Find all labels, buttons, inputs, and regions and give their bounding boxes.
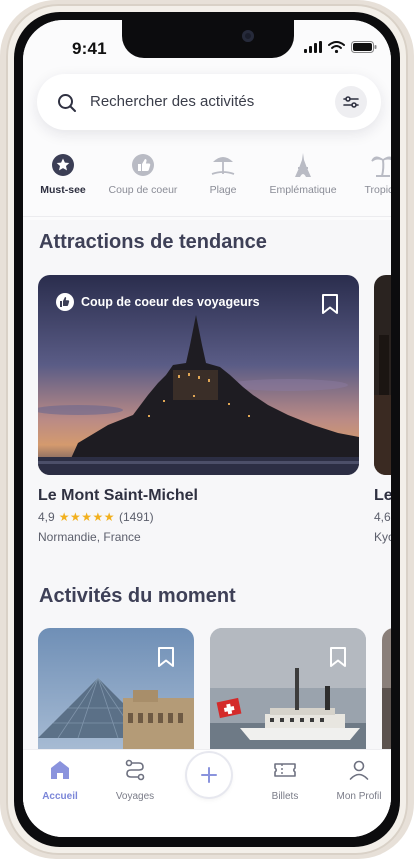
bookmark-icon[interactable] <box>329 646 347 668</box>
palm-tree-icon <box>371 156 391 177</box>
activity-card[interactable] <box>210 628 366 753</box>
category-label: Tropical <box>364 184 391 196</box>
plus-icon <box>201 767 217 783</box>
category-label: Emplématique <box>269 184 337 196</box>
category-tropical[interactable]: Tropical <box>338 152 391 196</box>
tab-label: Billets <box>271 791 299 802</box>
category-emplematique[interactable]: Emplématique <box>258 152 348 196</box>
travelers-choice-badge: Coup de coeur des voyageurs <box>56 293 260 311</box>
tab-label: Voyages <box>115 791 155 802</box>
tab-voyages[interactable]: Voyages <box>100 758 170 802</box>
review-count: (1491) <box>118 510 154 524</box>
notch <box>122 20 294 58</box>
kyoto-photo <box>374 275 391 475</box>
search-input[interactable]: Rechercher des activités <box>90 93 254 110</box>
category-plage[interactable]: Plage <box>178 152 268 196</box>
signal-icon <box>304 41 322 53</box>
place-title[interactable]: Le <box>374 487 391 505</box>
status-time: 9:41 <box>72 39 107 58</box>
star-badge-icon <box>52 154 74 176</box>
category-label: Must-see <box>40 184 86 196</box>
beach-umbrella-icon <box>211 157 235 175</box>
route-icon <box>125 759 145 781</box>
tab-accueil[interactable]: Accueil <box>25 758 95 802</box>
tab-mon-profil[interactable]: Mon Profil <box>324 758 391 802</box>
activity-card[interactable] <box>38 628 194 753</box>
search-icon <box>58 94 76 112</box>
divider <box>23 216 391 217</box>
sliders-icon <box>343 96 359 108</box>
category-must-see[interactable]: Must-see <box>23 152 108 196</box>
place-rating: 4,6 <box>374 510 391 524</box>
bookmark-icon[interactable] <box>321 293 339 315</box>
thumbs-up-icon <box>132 154 154 176</box>
phone-frame: 9:41 Rechercher des activités Must-see C… <box>0 0 414 859</box>
add-button[interactable] <box>187 753 231 797</box>
rating-value: 4,6 <box>374 510 391 524</box>
battery-icon <box>351 41 377 53</box>
tab-bar: Accueil Voyages Billets Mon Profil <box>23 750 391 837</box>
status-icons <box>304 41 377 53</box>
rating-stars: ★★★★★ <box>58 510 115 524</box>
ticket-icon <box>274 763 296 777</box>
place-location: Normandie, France <box>38 530 141 544</box>
category-bar: Must-see Coup de coeur Plage Emplématiqu… <box>23 152 391 204</box>
place-location: Kyo <box>374 530 391 544</box>
home-icon <box>51 761 69 779</box>
filter-button[interactable] <box>335 86 367 118</box>
place-rating: 4,9 ★★★★★ (1491) <box>38 510 154 524</box>
tab-label: Accueil <box>42 791 78 802</box>
trending-card-image[interactable] <box>374 275 391 475</box>
place-title[interactable]: Le Mont Saint-Michel <box>38 487 198 505</box>
tab-label: Mon Profil <box>336 791 382 802</box>
badge-label: Coup de coeur des voyageurs <box>81 295 260 309</box>
trending-title: Attractions de tendance <box>39 231 267 253</box>
eiffel-tower-icon <box>295 153 311 177</box>
user-icon <box>349 760 369 780</box>
bookmark-icon[interactable] <box>157 646 175 668</box>
app-screen: 9:41 Rechercher des activités Must-see C… <box>23 20 391 837</box>
wifi-icon <box>328 41 345 53</box>
category-coup-de-coeur[interactable]: Coup de coeur <box>98 152 188 196</box>
activity-photo <box>382 628 391 753</box>
trending-card-image[interactable]: Coup de coeur des voyageurs <box>38 275 359 475</box>
search-bar[interactable]: Rechercher des activités <box>37 74 381 130</box>
category-label: Plage <box>209 184 237 196</box>
rating-value: 4,9 <box>38 510 55 524</box>
activity-card[interactable] <box>382 628 391 753</box>
moment-title: Activités du moment <box>39 585 236 607</box>
thumbs-up-icon <box>56 293 74 311</box>
tab-billets[interactable]: Billets <box>250 758 320 802</box>
camera-icon <box>242 30 254 42</box>
category-label: Coup de coeur <box>108 184 178 196</box>
